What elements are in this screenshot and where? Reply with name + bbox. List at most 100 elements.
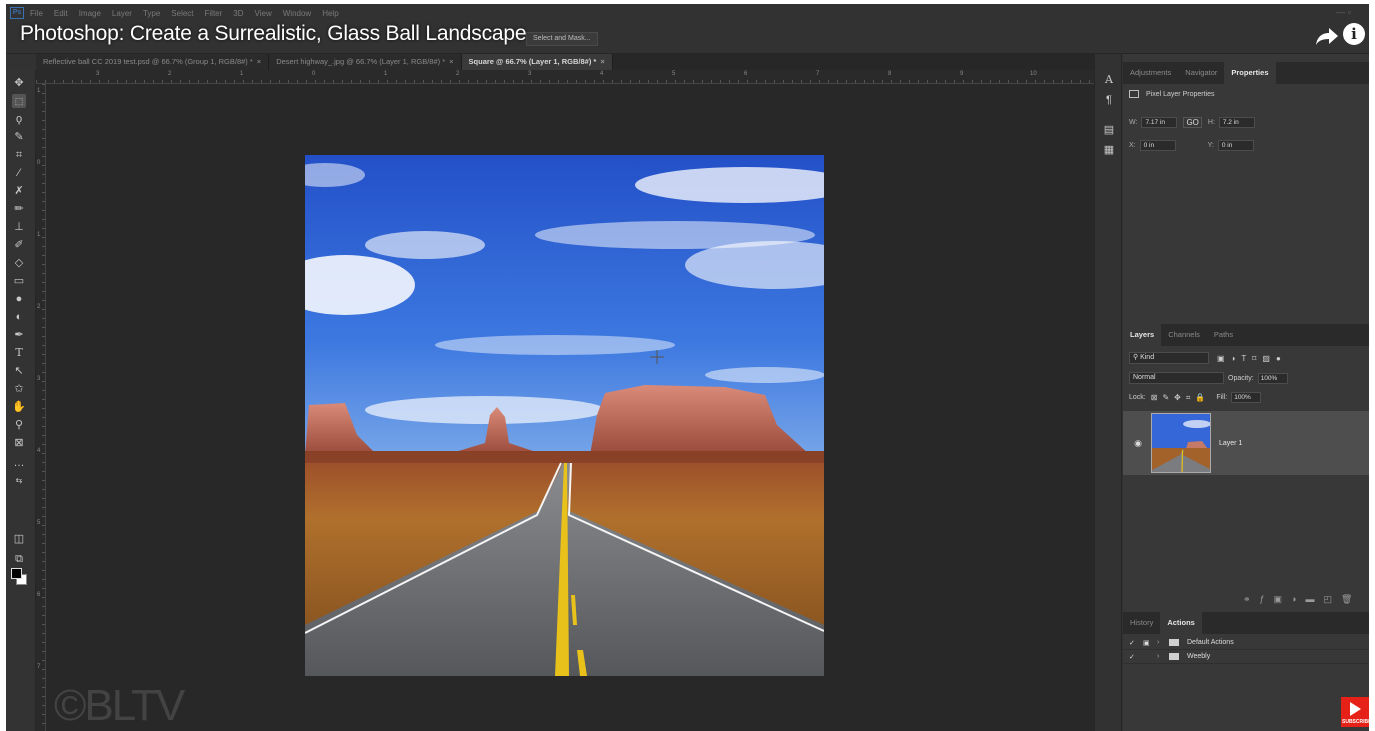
position-row: X: 0 in Y: 0 in <box>1129 140 1254 151</box>
blur-tool-icon[interactable]: ● <box>12 292 26 306</box>
eraser-tool-icon[interactable]: ◇ <box>12 256 26 270</box>
zoom-tool-icon[interactable]: ⚲ <box>12 418 26 432</box>
action-set-row[interactable]: ✓ ▣ › Default Actions <box>1123 636 1369 650</box>
eyedropper-tool-icon[interactable]: ⁄ <box>12 166 26 180</box>
menu-layer[interactable]: Layer <box>112 9 132 18</box>
height-label: H: <box>1207 119 1215 126</box>
healing-tool-icon[interactable]: ✗ <box>12 184 26 198</box>
tab-reflective-ball[interactable]: Reflective ball CC 2019 test.psd @ 66.7%… <box>36 54 270 70</box>
info-icon[interactable]: i <box>1343 23 1365 45</box>
shape-tool-icon[interactable]: ✩ <box>12 382 26 396</box>
tab-square[interactable]: Square @ 66.7% (Layer 1, RGB/8#) * × <box>461 54 613 70</box>
tab-layers[interactable]: Layers <box>1123 324 1162 346</box>
tab-adjustments[interactable]: Adjustments <box>1123 62 1178 84</box>
link-proportions-button[interactable]: GO <box>1183 117 1202 128</box>
history-brush-tool-icon[interactable]: ✐ <box>12 238 26 252</box>
tab-label: Square @ 66.7% (Layer 1, RGB/8#) * <box>468 57 597 66</box>
tab-desert-highway[interactable]: Desert highway_.jpg @ 66.7% (Layer 1, RG… <box>269 54 462 70</box>
hand-tool-icon[interactable]: ✋ <box>12 400 26 414</box>
paragraph-panel-icon[interactable]: ¶ <box>1103 94 1115 106</box>
menu-filter[interactable]: Filter <box>205 9 223 18</box>
type-tool-icon[interactable]: T <box>12 346 26 360</box>
tab-channels[interactable]: Channels <box>1161 324 1207 346</box>
action-set-row[interactable]: ✓ › Weebly <box>1123 650 1369 664</box>
screen-mode-icon[interactable]: ⧉ <box>12 552 26 566</box>
opacity-field[interactable]: 100% <box>1257 372 1288 384</box>
width-field[interactable]: 7.17 in <box>1141 117 1178 128</box>
menu-view[interactable]: View <box>255 9 272 18</box>
fill-field[interactable]: 100% <box>1231 392 1262 403</box>
layer-filter-icons[interactable]: ▣◑T⌑▨● <box>1217 354 1287 363</box>
right-panels: Adjustments Navigator Properties Pixel L… <box>1123 54 1369 731</box>
layer-footer-icons[interactable]: ⚭ƒ▣◑▬◰🗑 <box>1243 594 1361 605</box>
menu-window[interactable]: Window <box>283 9 311 18</box>
layer-name[interactable]: Layer 1 <box>1219 440 1242 447</box>
blend-mode-select[interactable]: Normal <box>1129 372 1224 384</box>
menu-image[interactable]: Image <box>79 9 101 18</box>
gradient-tool-icon[interactable]: ▭ <box>12 274 26 288</box>
chevron-right-icon[interactable]: › <box>1157 639 1169 646</box>
y-field[interactable]: 0 in <box>1217 140 1254 151</box>
ruler-label: 3 <box>96 71 100 77</box>
clone-stamp-tool-icon[interactable]: ⊥ <box>12 220 26 234</box>
libraries-panel-icon[interactable]: ▤ <box>1103 124 1115 136</box>
marquee-tool-icon[interactable]: ⬚ <box>12 94 26 108</box>
subscribe-button[interactable]: SUBSCRIBE <box>1341 697 1369 727</box>
ruler-label: 4 <box>600 71 604 77</box>
action-set-name: Default Actions <box>1187 639 1234 646</box>
frame-tool-icon[interactable]: ⊠ <box>12 436 26 450</box>
dodge-tool-icon[interactable]: ◐ <box>12 310 26 324</box>
quick-mask-icon[interactable]: ◫ <box>12 532 26 546</box>
lasso-tool-icon[interactable]: ϙ <box>12 112 26 126</box>
height-field[interactable]: 7.2 in <box>1218 117 1255 128</box>
quick-select-tool-icon[interactable]: ✎ <box>12 130 26 144</box>
tab-history[interactable]: History <box>1123 612 1160 634</box>
more-tools-icon[interactable]: … <box>12 456 26 470</box>
canvas-area[interactable]: ©BLTV <box>46 84 1094 731</box>
kind-label: Kind <box>1140 354 1155 361</box>
close-icon[interactable]: × <box>600 57 604 66</box>
kind-filter-select[interactable]: ⚲ Kind <box>1129 352 1209 364</box>
select-and-mask-button[interactable]: Select and Mask... <box>526 32 598 46</box>
ruler-label: 2 <box>168 71 172 77</box>
desert-highway-image[interactable] <box>305 155 824 676</box>
check-icon[interactable]: ✓ <box>1129 653 1143 661</box>
ruler-label: 6 <box>744 71 748 77</box>
eye-icon[interactable]: ◉ <box>1129 438 1147 449</box>
menu-select[interactable]: Select <box>171 9 193 18</box>
dialog-toggle-icon[interactable]: ▣ <box>1143 639 1157 647</box>
brush-tool-icon[interactable]: ✏ <box>12 202 26 216</box>
tools-panel: ✥ ⬚ ϙ ✎ ⌗ ⁄ ✗ ✏ ⊥ ✐ ◇ ▭ ● ◐ ✒ T ↖ ✩ ✋ ⚲ … <box>6 70 36 731</box>
foreground-color-swatch[interactable] <box>11 568 22 579</box>
tab-actions[interactable]: Actions <box>1160 612 1202 634</box>
pen-tool-icon[interactable]: ✒ <box>12 328 26 342</box>
tab-navigator[interactable]: Navigator <box>1178 62 1224 84</box>
fill-label: Fill: <box>1216 394 1228 401</box>
menu-edit[interactable]: Edit <box>54 9 68 18</box>
chevron-right-icon[interactable]: › <box>1157 653 1169 660</box>
crop-tool-icon[interactable]: ⌗ <box>12 148 26 162</box>
default-colors-icon[interactable]: ⇆ <box>12 474 26 488</box>
lock-icons[interactable]: ⊠✎✥⌗🔒 <box>1151 393 1211 403</box>
close-icon[interactable]: × <box>257 57 261 66</box>
character-panel-icon[interactable]: A <box>1103 74 1115 86</box>
x-field[interactable]: 0 in <box>1139 140 1176 151</box>
window-controls[interactable]: — ▫ <box>1336 7 1351 17</box>
share-icon[interactable] <box>1315 26 1339 46</box>
close-icon[interactable]: × <box>449 57 453 66</box>
notes-panel-icon[interactable]: ▦ <box>1103 144 1115 156</box>
tab-label: Reflective ball CC 2019 test.psd @ 66.7%… <box>43 57 253 66</box>
properties-panel-tabs: Adjustments Navigator Properties <box>1123 62 1369 84</box>
menu-help[interactable]: Help <box>322 9 338 18</box>
action-set-name: Weebly <box>1187 653 1211 660</box>
move-tool-icon[interactable]: ✥ <box>12 76 26 90</box>
menu-file[interactable]: File <box>30 9 43 18</box>
menu-type[interactable]: Type <box>143 9 160 18</box>
ruler-label: 6 <box>37 592 41 598</box>
check-icon[interactable]: ✓ <box>1129 639 1143 647</box>
tab-paths[interactable]: Paths <box>1207 324 1240 346</box>
tab-properties[interactable]: Properties <box>1224 62 1276 84</box>
layer-row-layer-1[interactable]: ◉ Layer 1 <box>1123 411 1369 475</box>
menu-3d[interactable]: 3D <box>233 9 243 18</box>
path-select-tool-icon[interactable]: ↖ <box>12 364 26 378</box>
